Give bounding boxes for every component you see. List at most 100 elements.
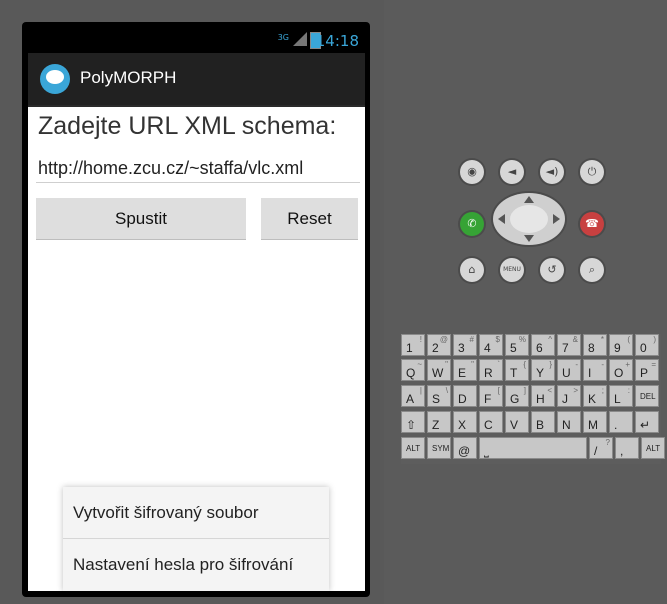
spustit-button[interactable]: Spustit [36,198,246,240]
key-⇧[interactable]: ⇧ [401,411,425,433]
key-label: Z [432,418,440,432]
key-p[interactable]: P = [635,359,659,381]
key-v[interactable]: V [505,411,529,433]
key-q[interactable]: Q ~ [401,359,425,381]
key-8[interactable]: 8 * [583,334,607,356]
url-input[interactable] [36,154,360,183]
key-u[interactable]: U- [557,359,581,381]
key-label: 6 [536,341,543,355]
menu-button[interactable]: MENU [500,258,524,282]
key-alt-label: | [419,386,422,395]
menu-item-encryption-password[interactable]: Nastavení hesla pro šifrování [63,539,329,591]
key-w[interactable]: W " [427,359,451,381]
key-l[interactable]: L: [609,385,633,407]
key-label: 7 [562,341,569,355]
key-alt-label: " [445,360,448,369]
key-label: X [458,418,467,432]
dpad[interactable] [493,193,565,245]
key-i[interactable]: I- [583,359,607,381]
key-6[interactable]: 6 ^ [531,334,555,356]
arrow-down-icon [524,235,534,242]
search-button[interactable]: ⌕ [580,258,604,282]
power-button[interactable]: ⏻ [580,160,604,184]
key-a[interactable]: A | [401,385,425,407]
key-label: ⎵ [484,444,489,458]
key-/[interactable]: /? [589,437,613,459]
key-@[interactable]: @ [453,437,477,459]
key-.[interactable]: . [609,411,633,433]
key-4[interactable]: 4 $ [479,334,503,356]
key-e[interactable]: E " [453,359,477,381]
key-space[interactable]: ⎵ [479,437,587,459]
key-alt[interactable]: ALT [641,437,665,459]
key-del[interactable]: DEL [635,385,659,407]
key-3[interactable]: 3 # [453,334,477,356]
key-1[interactable]: 1! [401,334,425,356]
key-label: ALT [406,444,421,453]
volume-down-button[interactable]: ◄ [500,160,524,184]
key-s[interactable]: S \ [427,385,451,407]
arrow-left-icon [498,214,505,224]
key-alt-label: - [601,360,604,369]
action-bar: PolyMORPH [28,53,365,107]
key-0[interactable]: 0) [635,334,659,356]
key-alt-label: + [625,360,630,369]
key-alt-label: " [471,360,474,369]
key-label: 4 [484,341,491,355]
key-alt-label: ( [627,335,630,344]
key-h[interactable]: H < [531,385,555,407]
key-r[interactable]: R ` [479,359,503,381]
key-label: 9 [614,341,621,355]
key-alt[interactable]: ALT [401,437,425,459]
key-sym[interactable]: SYM [427,437,451,459]
key-alt-label: * [600,335,604,344]
key-2[interactable]: 2 @ [427,334,451,356]
key-label: S [432,392,441,406]
status-bar: 3G 14:18 [28,28,365,53]
back-button[interactable]: ↺ [540,258,564,282]
key-↵[interactable]: ↵ [635,411,659,433]
status-time: 14:18 [315,32,359,50]
power-icon: ⏻ [587,165,597,178]
key-b[interactable]: B [531,411,555,433]
key-f[interactable]: F[ [479,385,503,407]
call-button[interactable]: ✆ [460,212,484,236]
key-alt-label: \ [445,386,448,395]
key-t[interactable]: T{ [505,359,529,381]
key-label: W [432,366,444,380]
key-label: SYM [432,444,450,453]
key-alt-label: ] [523,386,526,395]
key-alt-label: @ [439,335,448,344]
key-g[interactable]: G] [505,385,529,407]
key-alt-label: [ [497,386,500,395]
key-7[interactable]: 7 & [557,334,581,356]
key-,[interactable]: , [615,437,639,459]
camera-button[interactable]: ◉ [460,160,484,184]
reset-button[interactable]: Reset [261,198,358,240]
key-label: T [510,366,518,380]
key-y[interactable]: Y} [531,359,555,381]
key-j[interactable]: J > [557,385,581,407]
camera-icon: ◉ [467,165,477,178]
signal-icon [293,32,307,46]
key-9[interactable]: 9( [609,334,633,356]
volume-up-button[interactable]: ◄) [540,160,564,184]
volume-down-icon: ◄ [507,165,517,178]
key-m[interactable]: M [583,411,607,433]
url-prompt: Zadejte URL XML schema: [38,112,337,140]
phone-icon: ✆ [467,217,477,230]
key-x[interactable]: X [453,411,477,433]
key-o[interactable]: O + [609,359,633,381]
key-label: 8 [588,341,595,355]
home-button[interactable]: ⌂ [460,258,484,282]
key-z[interactable]: Z [427,411,451,433]
key-n[interactable]: N [557,411,581,433]
key-5[interactable]: 5% [505,334,529,356]
end-call-button[interactable]: ☎ [580,212,604,236]
dpad-center-button[interactable] [510,205,548,233]
menu-item-create-encrypted-file[interactable]: Vytvořit šifrovaný soubor [63,487,329,539]
key-d[interactable]: D [453,385,477,407]
key-k[interactable]: K; [583,385,607,407]
key-c[interactable]: C [479,411,503,433]
key-alt-label: ? [605,438,610,447]
